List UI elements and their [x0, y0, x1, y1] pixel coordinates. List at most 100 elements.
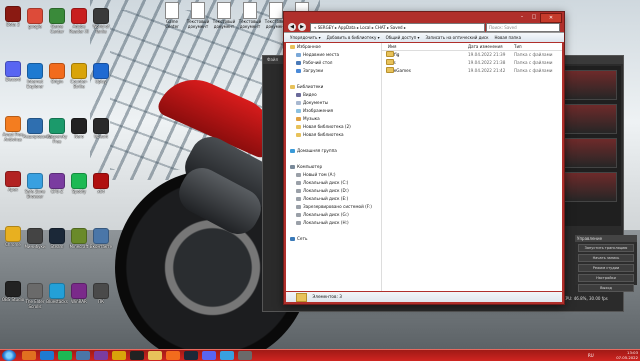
- taskbar-app-icon[interactable]: [184, 351, 198, 360]
- desktop-icon[interactable]: Counter-Strike: [67, 63, 91, 89]
- control-button[interactable]: Выход: [578, 284, 634, 292]
- desktop-icon[interactable]: Discord: [1, 61, 25, 83]
- taskbar-app-icon[interactable]: [130, 351, 144, 360]
- clock[interactable]: 13:03 07.05.2022: [616, 350, 638, 361]
- desktop-icon[interactable]: Spotify: [67, 173, 91, 195]
- control-button[interactable]: Начать запись: [578, 254, 634, 262]
- toolbar-button[interactable]: Новая папка: [495, 33, 522, 42]
- item-count: Элементов: 3: [312, 294, 342, 299]
- desktop-icon[interactable]: Bluestacks: [45, 283, 69, 305]
- desktop-file[interactable]: Текстовый документ: [238, 2, 262, 29]
- nav-item[interactable]: Компьютер: [286, 163, 381, 171]
- nav-item[interactable]: Документы: [286, 99, 381, 107]
- nav-item[interactable]: Локальный диск (C:): [286, 179, 381, 187]
- app-icon: [93, 228, 109, 244]
- control-button[interactable]: Запустить трансляцию: [578, 244, 634, 252]
- desktop-icon[interactable]: ПК: [89, 283, 113, 305]
- nav-item-label: Загрузки: [303, 68, 324, 73]
- taskbar-app-icon[interactable]: [40, 351, 54, 360]
- desktop-icon[interactable]: Minecraft: [67, 228, 91, 250]
- nav-item[interactable]: Изображения: [286, 107, 381, 115]
- taskbar-app-icon[interactable]: [166, 351, 180, 360]
- taskbar-app-icon[interactable]: [94, 351, 108, 360]
- taskbar-app-icon[interactable]: [76, 351, 90, 360]
- desktop-icon[interactable]: Nero: [67, 118, 91, 140]
- nav-item[interactable]: Видео: [286, 91, 381, 99]
- desktop-icon[interactable]: Internet Explorer: [23, 63, 47, 89]
- desktop-icon[interactable]: World of Tanks: [89, 8, 113, 34]
- nav-item[interactable]: Рабочий стол: [286, 59, 381, 67]
- nav-item[interactable]: Новый том (A:): [286, 171, 381, 179]
- desktop-icon[interactable]: Ubisoft: [89, 118, 113, 140]
- nav-item[interactable]: Музыка: [286, 115, 381, 123]
- desktop-icon[interactable]: The Elder Scrolls: [23, 283, 47, 309]
- nav-item[interactable]: Новая библиотека: [286, 131, 381, 139]
- desktop-icon[interactable]: Avast Free Antivirus: [1, 116, 25, 142]
- desktop-icon[interactable]: Adobe Reader XI: [67, 8, 91, 34]
- taskbar-app-icon[interactable]: [22, 351, 36, 360]
- nav-item[interactable]: Домашняя группа: [286, 147, 381, 155]
- toolbar-button[interactable]: Общий доступ ▾: [386, 33, 420, 42]
- search-input[interactable]: Поиск: Saved: [486, 23, 560, 32]
- nav-item[interactable]: Зарезервировано системой (F:): [286, 203, 381, 211]
- desktop-icon[interactable]: Chrome: [1, 226, 25, 248]
- taskbar-app-icon[interactable]: [220, 351, 234, 360]
- desktop-icon[interactable]: CPU-Z: [45, 173, 69, 195]
- desktop-icon[interactable]: Apex: [1, 171, 25, 193]
- desktop-icon[interactable]: WinRAR: [67, 283, 91, 305]
- control-button[interactable]: Настройки: [578, 274, 634, 282]
- nav-item[interactable]: Избранное: [286, 43, 381, 51]
- explorer-window[interactable]: – □ ✕ ◀ ▶ « SERGEY ▸ AppData ▸ Local ▸ C…: [283, 11, 565, 305]
- toolbar-button[interactable]: Упорядочить ▾: [290, 33, 321, 42]
- desktop-icon[interactable]: x64: [89, 173, 113, 195]
- column-type[interactable]: Тип: [514, 43, 522, 50]
- desktop-icon[interactable]: Вконтакте: [89, 228, 113, 250]
- file-row[interactable]: Logs 19.04.2022 21:38 Папка с файлами: [382, 59, 562, 67]
- desktop-icon[interactable]: Origin: [45, 63, 69, 85]
- forward-arrow-icon[interactable]: ▶: [298, 23, 306, 31]
- file-row[interactable]: SaveGames 19.04.2022 21:42 Папка с файлами: [382, 67, 562, 75]
- desktop-icon[interactable]: Game Center: [45, 8, 69, 34]
- toolbar-button[interactable]: Добавить в библиотеку ▾: [327, 33, 380, 42]
- taskbar-app-icon[interactable]: [148, 351, 162, 360]
- nav-item[interactable]: Локальный диск (E:): [286, 195, 381, 203]
- control-button[interactable]: Режим студии: [578, 264, 634, 272]
- back-arrow-icon[interactable]: ◀: [288, 23, 296, 31]
- nav-item-label: Домашняя группа: [297, 148, 337, 153]
- desktop-icon[interactable]: Минибуки: [23, 228, 47, 250]
- desktop-icon[interactable]: Uplay: [89, 63, 113, 85]
- desktop-icon[interactable]: Safe Zone Browser: [23, 173, 47, 199]
- app-icon: [5, 226, 21, 242]
- maximize-button[interactable]: □: [528, 13, 540, 21]
- taskbar-app-icon[interactable]: [112, 351, 126, 360]
- taskbar-app-icon[interactable]: [58, 351, 72, 360]
- desktop-icon[interactable]: Кеширование: [23, 118, 52, 140]
- desktop-icon[interactable]: Kaspersky Free: [45, 118, 69, 144]
- taskbar-app-icon[interactable]: [238, 351, 252, 360]
- file-row[interactable]: Config 19.04.2022 21:39 Папка с файлами: [382, 51, 562, 59]
- taskbar-app-icon[interactable]: [202, 351, 216, 360]
- nav-item[interactable]: Локальный диск (D:): [286, 187, 381, 195]
- explorer-caption[interactable]: – □ ✕: [284, 12, 564, 23]
- language-indicator[interactable]: RU: [588, 350, 594, 361]
- toolbar-button[interactable]: Записать на оптический диск: [425, 33, 488, 42]
- desktop-icon[interactable]: Dota 2: [1, 6, 25, 28]
- desktop-icon[interactable]: Steam: [45, 228, 69, 250]
- minimize-button[interactable]: –: [516, 13, 528, 21]
- column-date[interactable]: Дата изменения: [468, 43, 503, 50]
- nav-item[interactable]: Локальный диск (G:): [286, 211, 381, 219]
- breadcrumb[interactable]: « SERGEY ▸ AppData ▸ Local ▸ CHAT ▸ Save…: [310, 23, 485, 32]
- nav-item[interactable]: Новая библиотека (2): [286, 123, 381, 131]
- nav-item[interactable]: Библиотеки: [286, 83, 381, 91]
- column-name[interactable]: Имя: [388, 43, 396, 50]
- nav-item[interactable]: Недавние места: [286, 51, 381, 59]
- nav-item[interactable]: Загрузки: [286, 67, 381, 75]
- desktop-icon[interactable]: OBS Studio: [1, 281, 25, 303]
- desktop-file[interactable]: Текстовый документ: [186, 2, 210, 29]
- desktop-icon[interactable]: google: [23, 8, 47, 30]
- desktop-file[interactable]: Game Center: [160, 2, 184, 29]
- start-button[interactable]: [2, 350, 16, 361]
- nav-item[interactable]: Локальный диск (H:): [286, 219, 381, 227]
- desktop-file[interactable]: Текстовый документ: [212, 2, 236, 29]
- nav-item[interactable]: Сеть: [286, 235, 381, 243]
